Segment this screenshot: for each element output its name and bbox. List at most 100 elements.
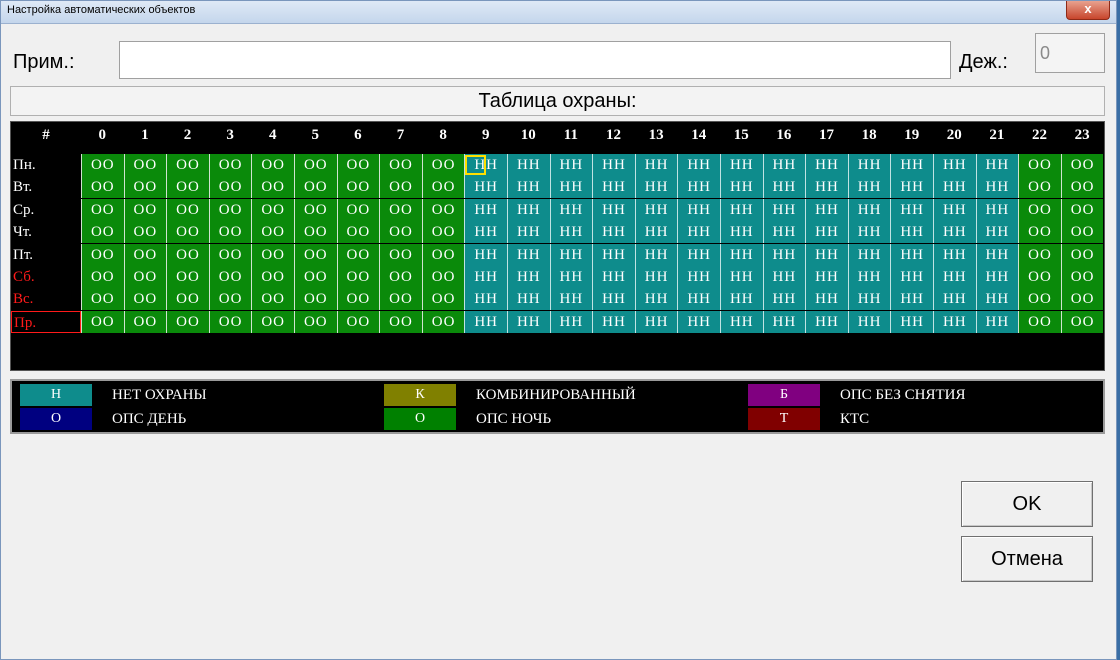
- dezh-input[interactable]: [1035, 33, 1105, 73]
- schedule-cell[interactable]: HH: [464, 310, 507, 333]
- schedule-cell[interactable]: OO: [208, 243, 252, 266]
- schedule-cell[interactable]: OO: [1018, 221, 1061, 244]
- hour-header[interactable]: 16: [763, 122, 806, 149]
- schedule-cell[interactable]: OO: [251, 221, 294, 244]
- schedule-cell[interactable]: OO: [336, 288, 380, 311]
- schedule-cell[interactable]: HH: [549, 176, 593, 199]
- schedule-cell[interactable]: OO: [294, 288, 337, 311]
- hour-header[interactable]: 10: [507, 122, 550, 149]
- schedule-cell[interactable]: HH: [975, 198, 1019, 221]
- schedule-cell[interactable]: HH: [634, 221, 678, 244]
- schedule-cell[interactable]: HH: [933, 310, 976, 333]
- schedule-cell[interactable]: OO: [421, 243, 465, 266]
- hour-header[interactable]: 3: [209, 122, 252, 149]
- schedule-cell[interactable]: OO: [379, 266, 422, 288]
- hour-header[interactable]: 15: [720, 122, 763, 149]
- schedule-cell[interactable]: OO: [379, 310, 422, 333]
- schedule-cell[interactable]: HH: [933, 176, 976, 199]
- ok-button[interactable]: OK: [961, 481, 1093, 527]
- hour-header[interactable]: 12: [592, 122, 635, 149]
- schedule-cell[interactable]: HH: [549, 243, 593, 266]
- schedule-cell[interactable]: HH: [805, 243, 848, 266]
- schedule-cell[interactable]: OO: [251, 288, 294, 311]
- schedule-cell[interactable]: OO: [379, 176, 422, 199]
- schedule-cell[interactable]: OO: [166, 176, 209, 199]
- schedule-cell[interactable]: HH: [975, 154, 1019, 176]
- schedule-cell[interactable]: HH: [933, 243, 976, 266]
- schedule-cell[interactable]: OO: [251, 310, 294, 333]
- schedule-cell[interactable]: HH: [762, 310, 806, 333]
- schedule-cell[interactable]: OO: [1060, 310, 1104, 333]
- schedule-cell[interactable]: OO: [208, 221, 252, 244]
- schedule-cell[interactable]: HH: [805, 176, 848, 199]
- hour-header[interactable]: 21: [976, 122, 1019, 149]
- schedule-cell[interactable]: HH: [975, 310, 1019, 333]
- schedule-cell[interactable]: HH: [762, 154, 806, 176]
- schedule-cell[interactable]: OO: [294, 243, 337, 266]
- schedule-cell[interactable]: OO: [123, 154, 167, 176]
- schedule-cell[interactable]: OO: [294, 154, 337, 176]
- schedule-cell[interactable]: OO: [123, 198, 167, 221]
- schedule-cell[interactable]: OO: [81, 154, 124, 176]
- schedule-cell[interactable]: OO: [336, 221, 380, 244]
- schedule-cell[interactable]: HH: [720, 154, 763, 176]
- schedule-cell[interactable]: HH: [762, 176, 806, 199]
- schedule-cell[interactable]: OO: [421, 176, 465, 199]
- schedule-cell[interactable]: OO: [166, 154, 209, 176]
- hour-header[interactable]: 19: [890, 122, 933, 149]
- schedule-cell[interactable]: HH: [890, 243, 933, 266]
- schedule-cell[interactable]: HH: [592, 310, 635, 333]
- schedule-cell[interactable]: HH: [549, 288, 593, 311]
- schedule-cell[interactable]: OO: [81, 266, 124, 288]
- day-label[interactable]: Пт.: [11, 244, 81, 266]
- schedule-cell[interactable]: OO: [166, 310, 209, 333]
- day-label[interactable]: Пр.: [11, 310, 81, 333]
- schedule-cell[interactable]: HH: [847, 198, 891, 221]
- schedule-cell[interactable]: HH: [464, 221, 507, 244]
- schedule-cell[interactable]: HH: [890, 154, 933, 176]
- schedule-cell[interactable]: HH: [677, 154, 720, 176]
- schedule-cell[interactable]: HH: [592, 198, 635, 221]
- schedule-cell[interactable]: OO: [1018, 243, 1061, 266]
- schedule-cell[interactable]: OO: [294, 221, 337, 244]
- schedule-cell[interactable]: OO: [81, 243, 124, 266]
- hour-header[interactable]: 7: [379, 122, 422, 149]
- schedule-cell[interactable]: OO: [166, 243, 209, 266]
- hour-header[interactable]: 13: [635, 122, 678, 149]
- schedule-cell[interactable]: HH: [464, 198, 507, 221]
- schedule-cell[interactable]: HH: [720, 266, 763, 288]
- schedule-cell[interactable]: HH: [805, 198, 848, 221]
- schedule-cell[interactable]: HH: [933, 221, 976, 244]
- schedule-cell[interactable]: OO: [294, 198, 337, 221]
- schedule-cell[interactable]: OO: [379, 154, 422, 176]
- schedule-cell[interactable]: OO: [1060, 198, 1104, 221]
- schedule-cell[interactable]: HH: [677, 176, 720, 199]
- hour-header[interactable]: 18: [848, 122, 891, 149]
- schedule-cell[interactable]: OO: [1018, 266, 1061, 288]
- schedule-cell[interactable]: HH: [507, 266, 550, 288]
- schedule-cell[interactable]: HH: [805, 310, 848, 333]
- schedule-cell[interactable]: HH: [507, 310, 550, 333]
- hour-header[interactable]: 0: [81, 122, 124, 149]
- schedule-cell[interactable]: OO: [251, 243, 294, 266]
- schedule-cell[interactable]: OO: [336, 266, 380, 288]
- schedule-cell[interactable]: OO: [166, 198, 209, 221]
- schedule-cell[interactable]: OO: [421, 154, 465, 176]
- schedule-cell[interactable]: HH: [677, 288, 720, 311]
- schedule-cell[interactable]: OO: [421, 288, 465, 311]
- day-label[interactable]: Пн.: [11, 154, 81, 176]
- schedule-cell[interactable]: HH: [464, 243, 507, 266]
- schedule-cell[interactable]: OO: [123, 221, 167, 244]
- schedule-cell[interactable]: HH: [549, 198, 593, 221]
- hour-header[interactable]: 11: [550, 122, 593, 149]
- schedule-cell[interactable]: HH: [933, 198, 976, 221]
- close-button[interactable]: x: [1066, 1, 1110, 20]
- schedule-cell[interactable]: HH: [634, 266, 678, 288]
- schedule-cell[interactable]: HH: [933, 266, 976, 288]
- schedule-cell[interactable]: HH: [720, 221, 763, 244]
- schedule-cell[interactable]: OO: [379, 198, 422, 221]
- schedule-cell[interactable]: OO: [379, 221, 422, 244]
- schedule-cell[interactable]: OO: [336, 243, 380, 266]
- schedule-cell[interactable]: HH: [634, 310, 678, 333]
- schedule-cell[interactable]: OO: [421, 310, 465, 333]
